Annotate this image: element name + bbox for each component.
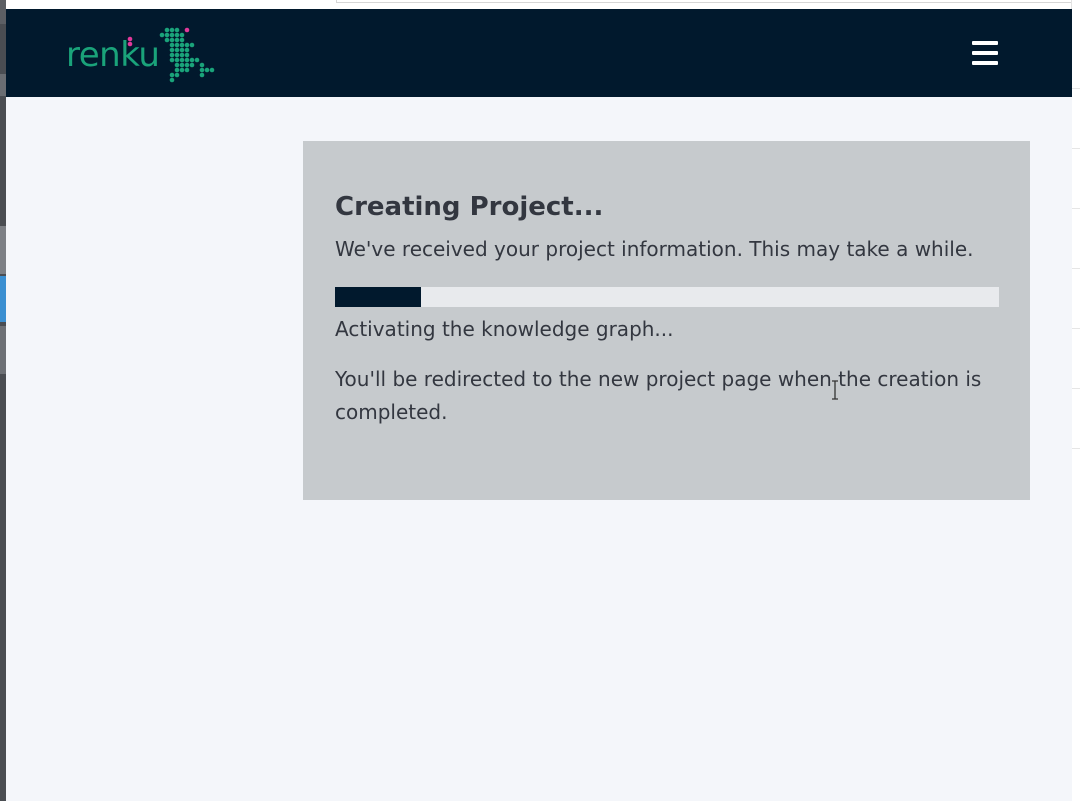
address-bar-edge[interactable] (336, 0, 1077, 3)
text-cursor-icon (832, 380, 838, 400)
creation-progress-bar (335, 287, 999, 307)
creation-lead: We've received your project information.… (335, 237, 974, 261)
navbar: renku (6, 9, 1072, 97)
screen: renku Creating Project... We've received… (0, 0, 1080, 801)
project-creation-card: Creating Project... We've received your … (303, 141, 1030, 500)
renku-app: renku Creating Project... We've received… (6, 9, 1072, 801)
creation-title: Creating Project... (335, 192, 604, 222)
renku-logo[interactable]: renku (66, 21, 226, 85)
logo-lizard-icon (159, 27, 215, 83)
redirect-note: You'll be redirected to the new project … (335, 367, 982, 424)
creation-status: Activating the knowledge graph... (335, 317, 674, 341)
logo-wordmark: renku (66, 35, 159, 75)
hamburger-menu-icon[interactable] (972, 41, 998, 65)
background-window-right (1071, 0, 1080, 801)
creation-progress-fill (335, 287, 422, 307)
